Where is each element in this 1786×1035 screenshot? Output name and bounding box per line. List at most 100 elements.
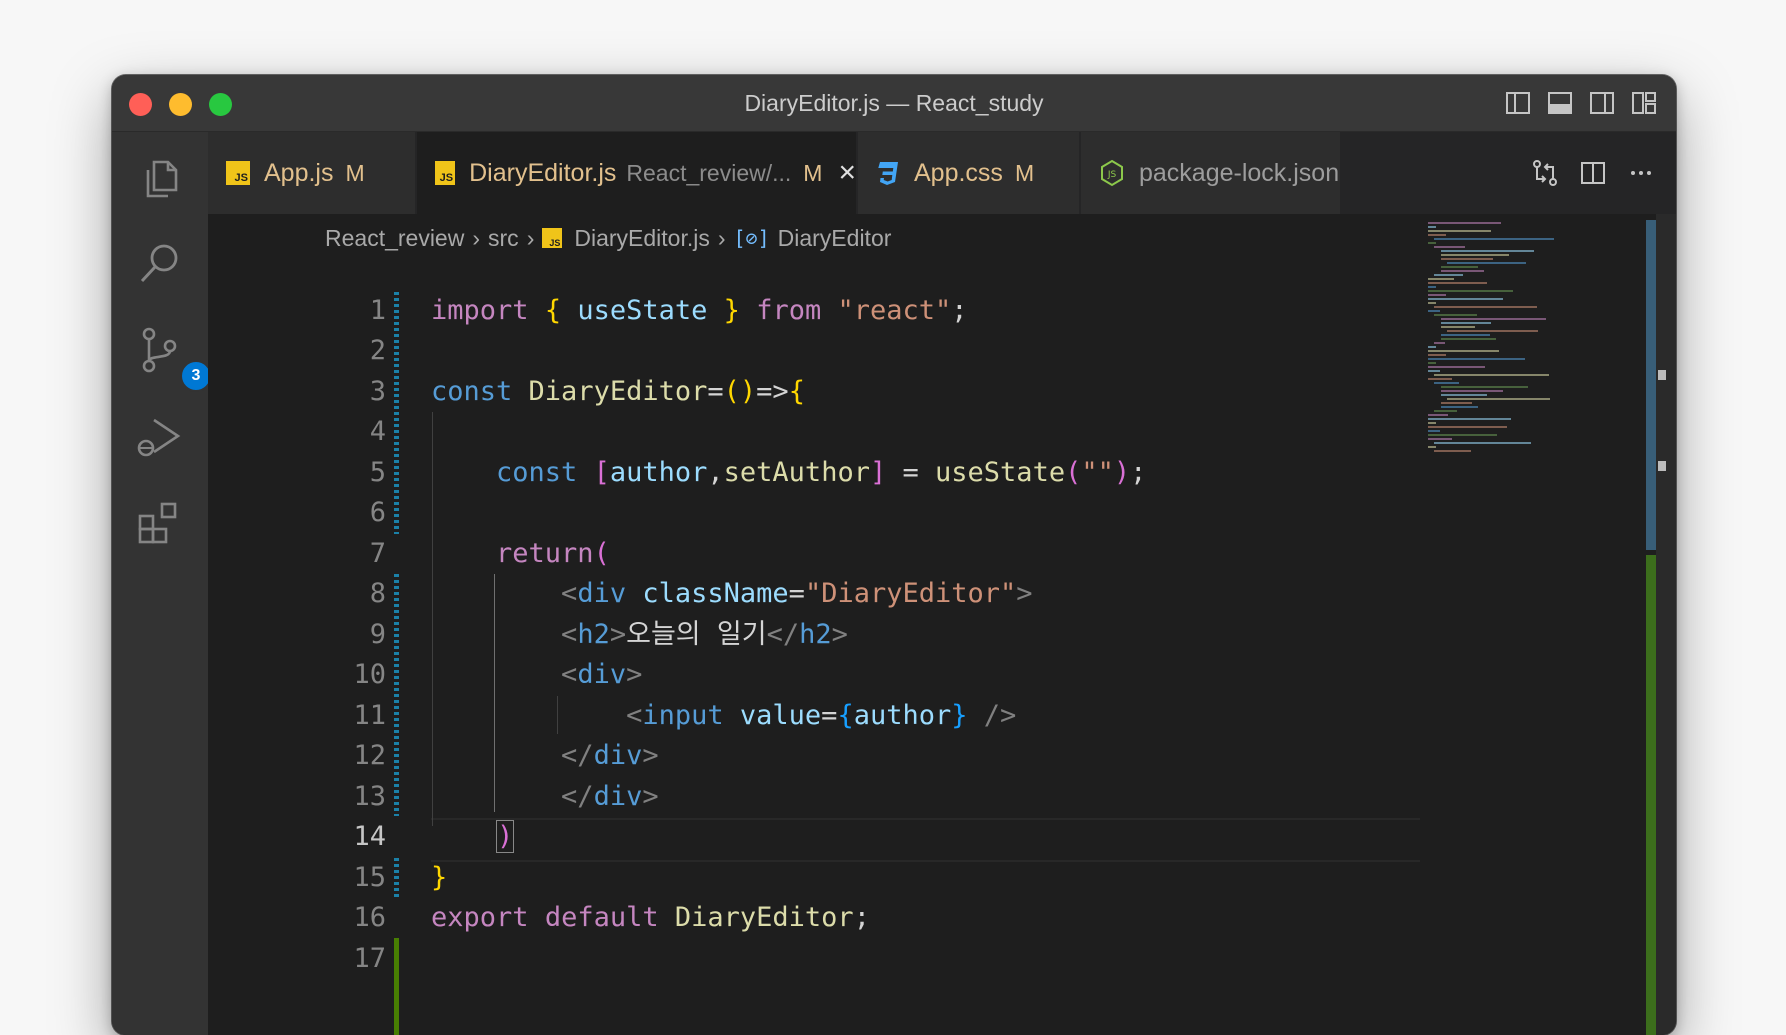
minimap-line: [1428, 350, 1500, 352]
chevron-right-icon: ›: [472, 224, 481, 251]
line-number: 10: [353, 659, 386, 690]
minimap-line: [1428, 362, 1436, 364]
tab-label: package-lock.json: [1139, 158, 1340, 187]
vertical-scrollbar[interactable]: [1656, 214, 1676, 1035]
minimap-line: [1428, 434, 1497, 436]
chevron-right-icon: ›: [717, 224, 726, 251]
code-line[interactable]: export default DiaryEditor;: [431, 895, 870, 941]
svg-text:JS: JS: [1107, 170, 1117, 180]
tab-package-lock-json[interactable]: JS package-lock.json: [1081, 132, 1341, 214]
close-tab-button[interactable]: ×: [838, 158, 856, 188]
vscode-window: DiaryEditor.js — React_study 3 JS App.js…: [112, 75, 1676, 1035]
minimap-line: [1434, 246, 1465, 248]
toggle-panel-icon[interactable]: [1546, 89, 1574, 117]
line-number-current: 14: [353, 821, 386, 852]
line-number: 4: [369, 416, 386, 447]
nodejs-icon: JS: [1099, 159, 1125, 187]
minimap-line: [1447, 262, 1527, 264]
source-control-icon[interactable]: 3: [134, 324, 212, 392]
minimap-line: [1440, 334, 1490, 336]
minimap-line: [1428, 426, 1507, 428]
minimap-line: [1440, 270, 1484, 272]
search-icon[interactable]: [134, 238, 186, 290]
overview-ruler-mark: [1658, 370, 1666, 380]
window-title: DiaryEditor.js — React_study: [744, 90, 1044, 116]
explorer-icon[interactable]: [134, 152, 186, 204]
javascript-file-icon: JS: [435, 161, 456, 185]
more-actions-icon[interactable]: [1626, 158, 1656, 188]
tab-label: App.js: [264, 158, 334, 187]
minimap-line: [1428, 282, 1488, 284]
javascript-file-icon: JS: [542, 228, 563, 248]
run-debug-icon[interactable]: [134, 410, 186, 462]
minimap-line: [1428, 378, 1452, 380]
breadcrumb-symbol[interactable]: DiaryEditor: [778, 225, 892, 252]
minimap-line: [1440, 266, 1478, 268]
minimap-line: [1428, 290, 1513, 292]
minimap-line: [1440, 326, 1476, 328]
line-number: 12: [353, 740, 386, 771]
minimap-line: [1440, 386, 1529, 388]
minimap-line: [1434, 374, 1550, 376]
minimap-line: [1428, 446, 1436, 448]
breadcrumb-file[interactable]: DiaryEditor.js: [574, 225, 709, 252]
git-modified-decoration: [394, 574, 399, 816]
minimap-line: [1440, 402, 1472, 404]
minimap-line: [1440, 322, 1492, 324]
customize-layout-icon[interactable]: [1630, 89, 1658, 117]
modified-indicator: M: [345, 159, 365, 186]
minimap-slider[interactable]: [1646, 220, 1656, 550]
tab-label: App.css: [914, 158, 1003, 187]
minimap-line: [1428, 422, 1436, 424]
minimap-line: [1428, 230, 1491, 232]
css-icon: [876, 160, 900, 186]
minimap-line: [1434, 450, 1471, 452]
minimap-line: [1440, 258, 1494, 260]
tab-app-js[interactable]: JS App.js M: [208, 132, 416, 214]
minimap-line: [1428, 222, 1501, 224]
code-line[interactable]: </div>: [431, 733, 659, 779]
minimap-line: [1440, 338, 1496, 340]
current-line-highlight: [431, 818, 1420, 862]
minimap-line: [1428, 438, 1452, 440]
line-number: 2: [369, 335, 386, 366]
minimap-line: [1428, 234, 1446, 236]
activity-bar: 3: [112, 132, 212, 1035]
minimap-line: [1447, 330, 1539, 332]
tab-diaryeditor-js[interactable]: JS DiaryEditor.js React_review/... M ×: [417, 132, 857, 214]
minimap-line: [1428, 294, 1446, 296]
breadcrumb-folder[interactable]: React_review: [325, 225, 464, 252]
minimap-line: [1434, 342, 1446, 344]
code-line-current[interactable]: ): [431, 814, 515, 860]
code-editor[interactable]: 1 2 3 4 5 6 7 8 9 10 11 12 13 14 15 16 1…: [208, 262, 1420, 1035]
minimap-line: [1428, 310, 1440, 312]
minimap[interactable]: [1420, 214, 1656, 1035]
code-line[interactable]: <div>: [431, 652, 642, 698]
minimap-line: [1428, 302, 1436, 304]
chevron-right-icon: ›: [526, 224, 535, 251]
minimap-line: [1428, 370, 1440, 372]
code-line[interactable]: <div className="DiaryEditor">: [431, 571, 1032, 617]
minimap-line: [1434, 314, 1477, 316]
git-modified-decoration: [394, 858, 399, 898]
extensions-icon[interactable]: [134, 496, 186, 548]
minimap-line: [1434, 238, 1555, 240]
toggle-primary-sidebar-icon[interactable]: [1504, 89, 1532, 117]
toggle-secondary-sidebar-icon[interactable]: [1588, 89, 1616, 117]
breadcrumb-folder[interactable]: src: [488, 225, 519, 252]
javascript-file-icon: JS: [226, 161, 250, 185]
code-line[interactable]: const DiaryEditor=()=>{: [431, 369, 805, 415]
tab-app-css[interactable]: App.css M: [858, 132, 1080, 214]
git-added-overview: [1646, 555, 1656, 1035]
minimap-line: [1440, 390, 1504, 392]
git-modified-decoration: [394, 292, 399, 534]
minimap-line: [1428, 242, 1436, 244]
code-line[interactable]: const [author,setAuthor] = useState("");: [431, 450, 1146, 496]
overview-ruler-mark: [1658, 461, 1666, 471]
minimap-line: [1428, 346, 1437, 348]
modified-indicator: M: [1014, 159, 1035, 186]
split-editor-icon[interactable]: [1578, 158, 1608, 188]
open-changes-icon[interactable]: [1530, 158, 1560, 188]
line-number: 16: [353, 902, 386, 933]
code-line[interactable]: import { useState } from "react";: [431, 288, 968, 334]
